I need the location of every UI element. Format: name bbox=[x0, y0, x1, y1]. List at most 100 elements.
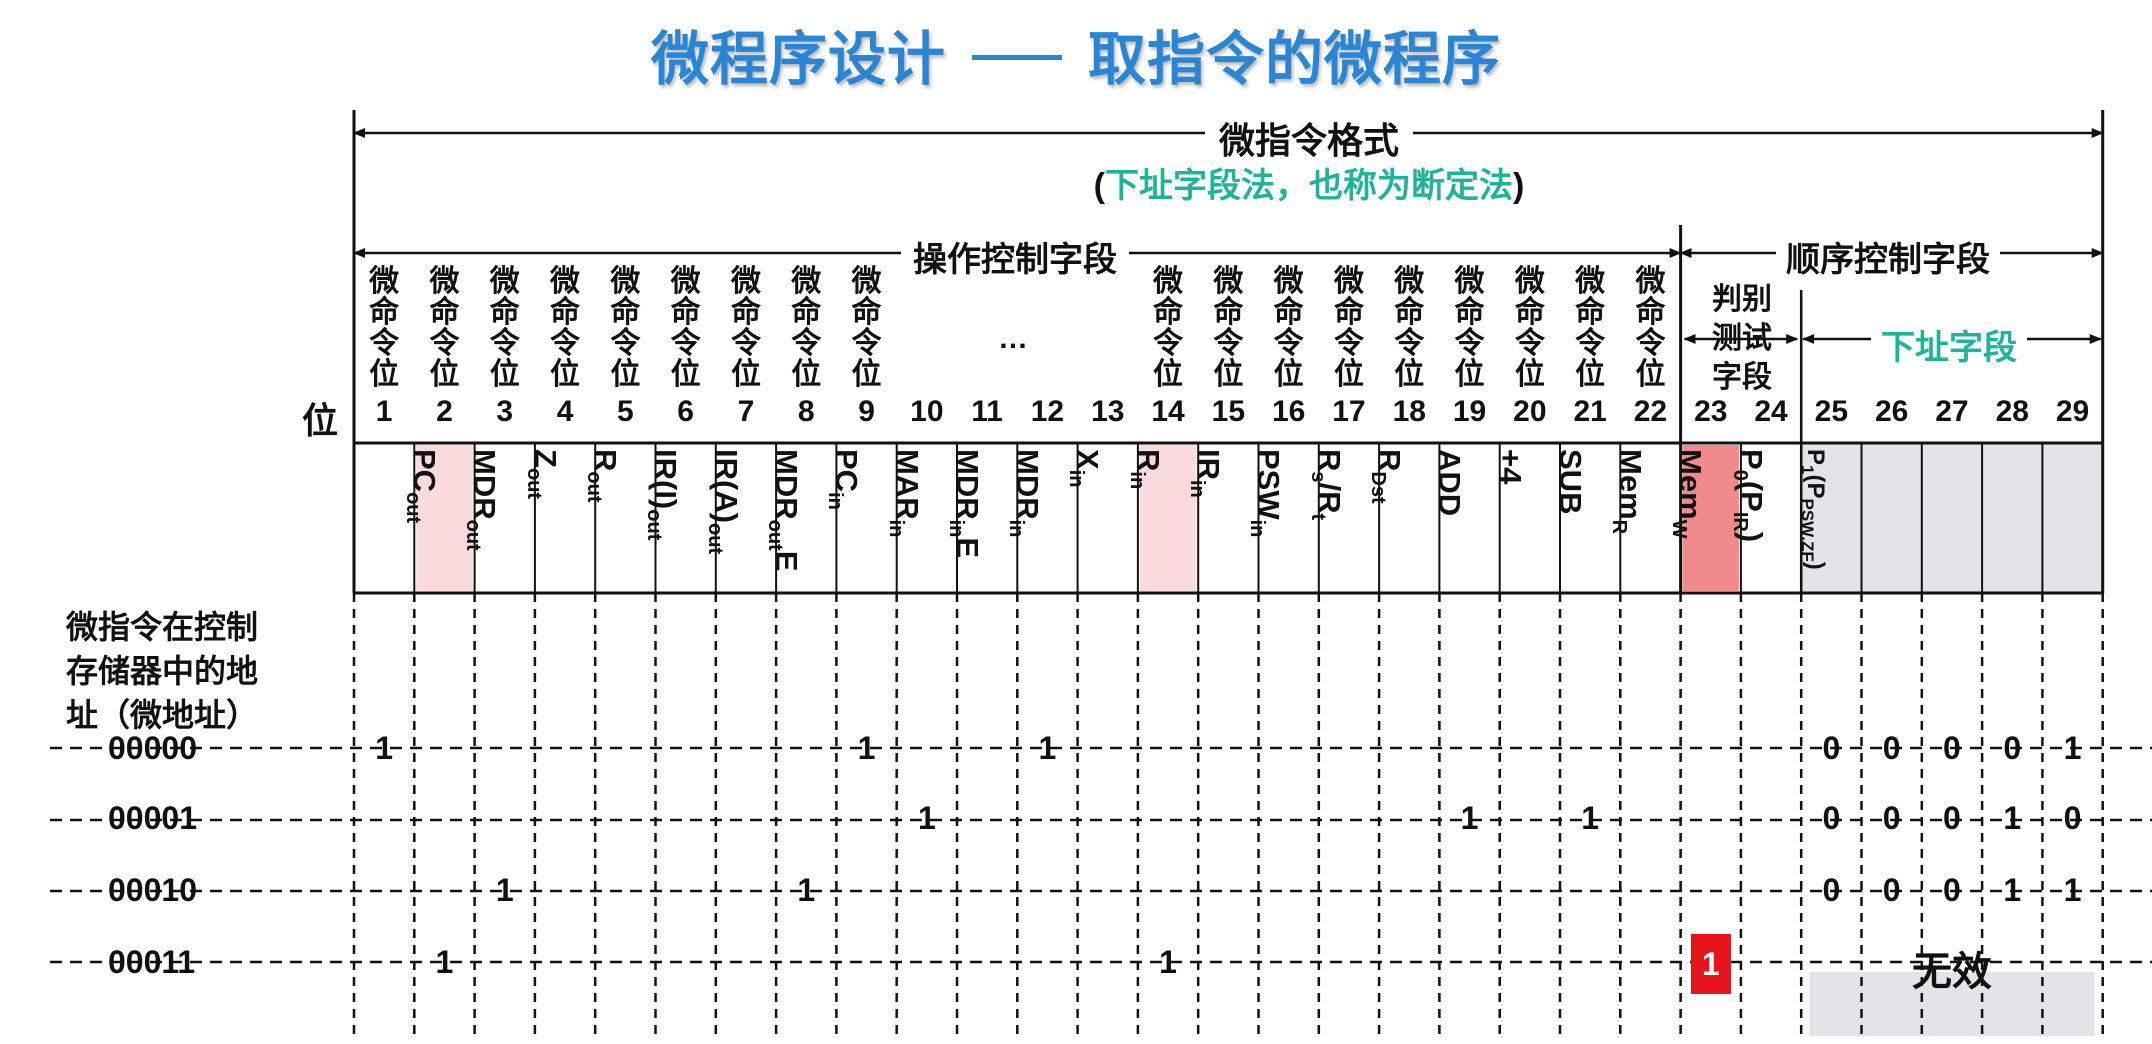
micro-address: 00000 bbox=[108, 730, 197, 766]
addr-header-1: 微指令在控制 bbox=[66, 609, 259, 645]
cell-value-one: 1 bbox=[375, 730, 394, 766]
bit-number: 9 bbox=[858, 395, 875, 428]
cell-value-one: 1 bbox=[857, 730, 876, 766]
micro-command-label: 微命令位 bbox=[670, 265, 701, 391]
bit-number: 14 bbox=[1151, 395, 1185, 428]
signal-cell: P1(PPSW.ZF) bbox=[1741, 443, 1829, 593]
micro-command-label: 微命令位 bbox=[1273, 265, 1304, 391]
format-subtitle: 下址字段法，也称为断定法 bbox=[1105, 167, 1513, 205]
micro-command-label: 微命令位 bbox=[489, 265, 520, 391]
next-address-bit: 0 bbox=[1822, 730, 1841, 766]
format-subtitle-line: (下址字段法，也称为断定法) bbox=[1094, 158, 1525, 207]
signal-cell: MARin bbox=[836, 443, 924, 593]
micro-command-label: 微命令位 bbox=[730, 265, 761, 391]
signal-cell: PCin bbox=[776, 443, 864, 593]
signal-name: P1(PPSW.ZF) bbox=[1798, 449, 1830, 570]
signal-cell: Zout bbox=[475, 443, 563, 593]
invalid-label: 无效 bbox=[1911, 950, 1992, 994]
next-address-bit: 0 bbox=[1882, 730, 1901, 766]
micro-command-label: 微命令位 bbox=[1213, 265, 1244, 391]
micro-address: 00010 bbox=[108, 872, 197, 908]
signal-cell: MemR bbox=[1560, 443, 1648, 593]
bit-number: 23 bbox=[1694, 395, 1728, 428]
next-address-bit: 0 bbox=[2063, 800, 2082, 836]
micro-command-label: 微命令位 bbox=[1394, 265, 1425, 391]
micro-command-label: 微命令位 bbox=[610, 265, 641, 391]
bit-number: 28 bbox=[1995, 395, 2029, 428]
addr-header-2: 存储器中的地 bbox=[66, 653, 259, 689]
cell-value-one: 1 bbox=[1159, 944, 1177, 980]
cell-value-one: 1 bbox=[1581, 800, 1600, 836]
test-label-3: 字段 bbox=[1712, 361, 1772, 394]
signal-cell: RDst bbox=[1319, 443, 1407, 593]
micro-address: 00001 bbox=[108, 800, 197, 836]
paren-close: ) bbox=[1513, 167, 1525, 205]
micro-command-label: 微命令位 bbox=[1454, 265, 1485, 391]
bit-number: 18 bbox=[1392, 395, 1426, 428]
signal-cell: MemW bbox=[1620, 443, 1708, 593]
micro-command-label: 微命令位 bbox=[369, 265, 400, 391]
bit-number: 1 bbox=[375, 395, 393, 428]
format-title: 微指令格式 bbox=[1204, 112, 1414, 164]
cell-value-one: 1 bbox=[1460, 800, 1479, 836]
cell-value-one: 1 bbox=[797, 872, 816, 908]
bit-number: 15 bbox=[1211, 395, 1246, 428]
next-address-bit: 1 bbox=[2063, 872, 2082, 908]
bit-number: 22 bbox=[1633, 395, 1668, 428]
next-address-bit: 1 bbox=[2063, 730, 2082, 766]
bit-number: 27 bbox=[1935, 395, 1969, 428]
cell-value-one: 1 bbox=[1038, 730, 1057, 766]
signal-cell: IR(A)out bbox=[656, 443, 743, 593]
micro-command-label: 微命令位 bbox=[1333, 265, 1364, 391]
sequence-field-label: 顺序控制字段 bbox=[1776, 232, 2000, 281]
signal-cell: PSWin bbox=[1198, 443, 1286, 593]
next-field-label: 下址字段 bbox=[1871, 320, 2027, 369]
next-address-bit: 0 bbox=[1822, 800, 1841, 836]
next-address-bit: 1 bbox=[2003, 800, 2022, 836]
micro-command-label: 微命令位 bbox=[429, 265, 460, 391]
bit-number: 29 bbox=[2055, 395, 2090, 428]
signal-cell: MDRoutE bbox=[716, 443, 804, 593]
next-address-bit: 0 bbox=[1882, 800, 1901, 836]
bit-number: 12 bbox=[1030, 395, 1065, 428]
signal-cell: Rout bbox=[535, 443, 623, 593]
bit-number: 16 bbox=[1271, 395, 1306, 428]
micro-command-label: 微命令位 bbox=[1575, 265, 1606, 391]
cell-value-one: 1 bbox=[495, 872, 514, 908]
signal-cell: P0(PIR) bbox=[1681, 443, 1769, 593]
micro-command-label: 微命令位 bbox=[851, 265, 882, 391]
bit-number: 6 bbox=[677, 395, 694, 428]
bit-number: 8 bbox=[797, 395, 815, 428]
bit-number: 24 bbox=[1754, 395, 1788, 428]
bit-number: 13 bbox=[1091, 395, 1125, 428]
bit-number: 17 bbox=[1332, 395, 1366, 428]
bit-number: 11 bbox=[971, 395, 1003, 428]
signal-cell: MDRout bbox=[414, 443, 502, 593]
test-label-1: 判别 bbox=[1712, 283, 1772, 316]
micro-command-label: 微命令位 bbox=[550, 265, 581, 391]
next-address-bit: 0 bbox=[1943, 872, 1961, 908]
bit-number: 4 bbox=[556, 395, 574, 428]
bit-number: 19 bbox=[1452, 395, 1487, 428]
next-address-bit: 1 bbox=[2003, 872, 2022, 908]
next-address-bit: 0 bbox=[1943, 730, 1961, 766]
next-address-bit: 0 bbox=[1882, 872, 1901, 908]
cell-value-one: 1 bbox=[435, 944, 454, 980]
bit-number: 3 bbox=[496, 395, 514, 428]
next-address-bit: 0 bbox=[1822, 872, 1841, 908]
signal-cell: MDRinE bbox=[897, 443, 985, 593]
bit-number: 5 bbox=[617, 395, 634, 428]
test-label-2: 测试 bbox=[1712, 322, 1772, 355]
signal-cell: MDRin bbox=[957, 443, 1045, 593]
test-field-label: 判别 测试 字段 bbox=[1700, 280, 1784, 397]
next-address-bit: 0 bbox=[1943, 800, 1961, 836]
signal-cell: PCout bbox=[354, 443, 442, 593]
bit-number: 20 bbox=[1513, 395, 1547, 428]
signal-cell: Rin bbox=[1078, 443, 1166, 593]
signal-cell: SUB bbox=[1500, 443, 1588, 593]
operation-field-label: 操作控制字段 bbox=[901, 232, 1129, 281]
bit-number: 10 bbox=[910, 395, 944, 428]
micro-address: 00011 bbox=[108, 944, 196, 980]
signal-cell: ADD bbox=[1379, 443, 1467, 593]
bit-number: 7 bbox=[737, 395, 755, 428]
